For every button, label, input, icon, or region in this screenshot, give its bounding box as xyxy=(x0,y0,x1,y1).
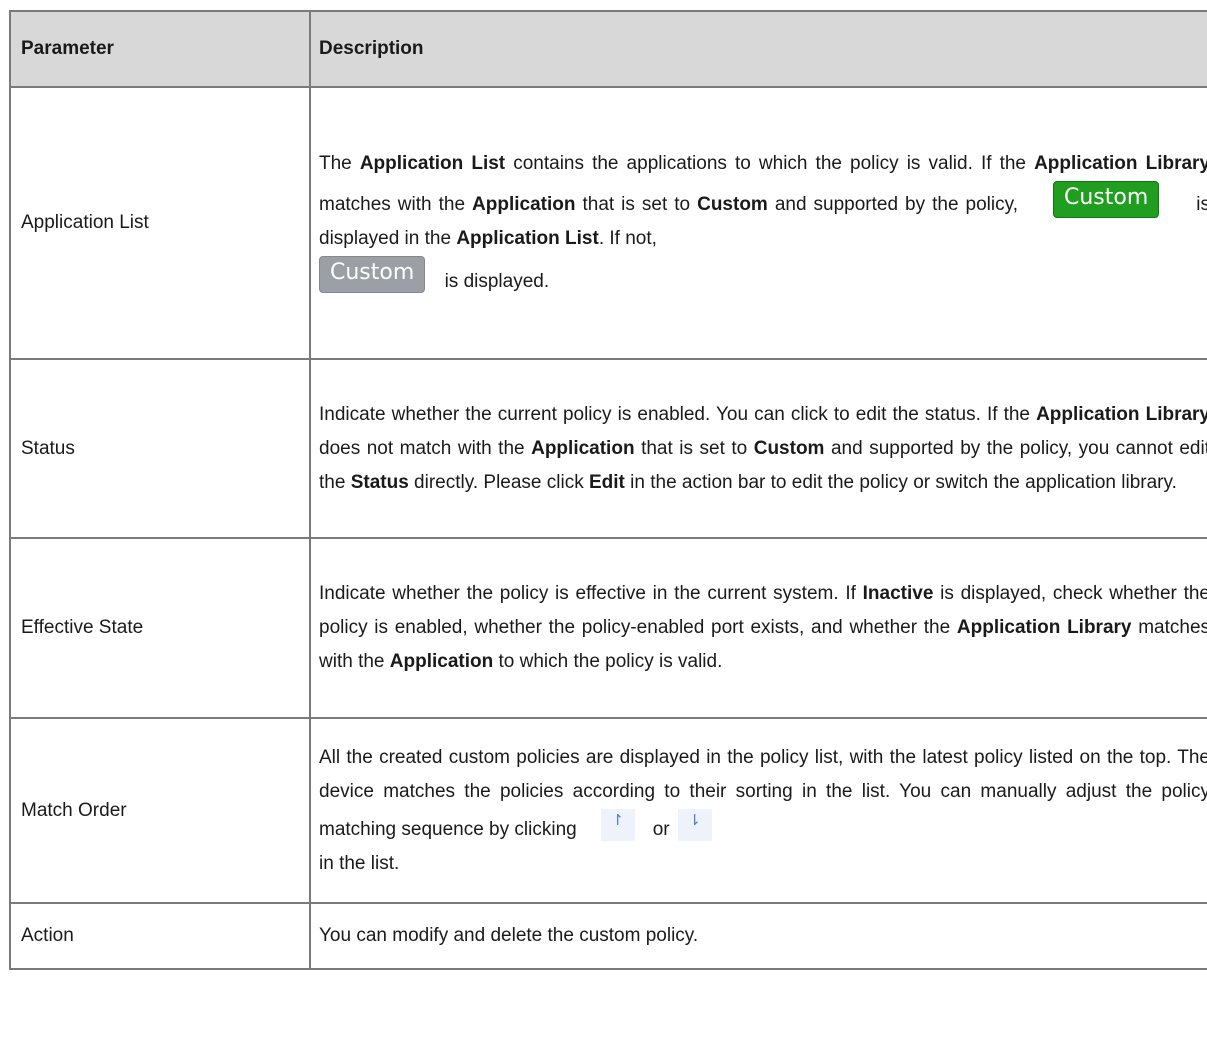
desc-text: in the list. xyxy=(319,852,400,874)
move-up-icon: ↾ xyxy=(600,808,635,841)
table-row: Application List The Application List co… xyxy=(9,86,1207,360)
desc-bold: Application xyxy=(389,651,494,672)
desc-text: that is set to xyxy=(575,194,698,215)
desc-text: does not match with the xyxy=(319,437,532,459)
row-parameter: Match Order xyxy=(9,717,311,904)
desc-bold: Application Library xyxy=(1036,403,1207,425)
parameter-table: Parameter Description Application List T… xyxy=(9,10,1207,970)
desc-text: Indicate whether the policy is effective… xyxy=(319,583,863,604)
desc-bold: Application List xyxy=(456,228,599,249)
row-description: You can modify and delete the custom pol… xyxy=(309,902,1207,970)
row-description: Indicate whether the policy is effective… xyxy=(309,537,1207,719)
desc-bold: Application List xyxy=(359,153,506,174)
desc-text: Indicate whether the current policy is e… xyxy=(319,403,1037,425)
desc-text: that is set to xyxy=(634,437,754,459)
desc-text: The xyxy=(319,153,360,174)
row-parameter: Status xyxy=(9,358,311,539)
desc-bold: Application Library xyxy=(1034,153,1207,174)
desc-bold: Application xyxy=(472,194,576,215)
desc-text: matches with the xyxy=(319,194,473,215)
desc-bold: Custom xyxy=(697,194,768,215)
header-description: Description xyxy=(309,10,1207,88)
desc-bold: Application Library xyxy=(956,617,1132,638)
custom-tag-inactive: Custom xyxy=(319,256,426,293)
desc-text: or xyxy=(652,818,670,840)
desc-bold: Edit xyxy=(588,471,625,493)
row-parameter: Effective State xyxy=(9,537,311,719)
table-header-row: Parameter Description xyxy=(9,10,1207,88)
desc-text: is displayed. xyxy=(439,271,550,292)
row-parameter: Action xyxy=(9,902,311,970)
row-description: All the created custom policies are disp… xyxy=(309,717,1207,904)
desc-text: and supported by the policy, xyxy=(767,194,1025,215)
desc-bold: Inactive xyxy=(862,583,934,604)
table-row: Match Order All the created custom polic… xyxy=(9,717,1207,904)
table-row: Status Indicate whether the current poli… xyxy=(9,358,1207,539)
desc-text: to which the policy is valid. xyxy=(493,651,723,672)
desc-text: All the created custom policies are disp… xyxy=(319,746,1207,840)
desc-text: You can modify and delete the custom pol… xyxy=(319,925,699,946)
desc-bold: Custom xyxy=(753,437,825,459)
table-row: Action You can modify and delete the cus… xyxy=(9,902,1207,970)
custom-tag-active: Custom xyxy=(1052,181,1160,218)
desc-bold: Application xyxy=(531,437,635,459)
row-description: Indicate whether the current policy is e… xyxy=(309,358,1207,539)
header-parameter: Parameter xyxy=(9,10,311,88)
move-down-icon: ⇂ xyxy=(677,808,712,841)
desc-text: . If not, xyxy=(598,228,657,249)
desc-bold: Status xyxy=(350,471,409,493)
desc-text: contains the applications to which the p… xyxy=(505,153,1035,174)
desc-text: in the action bar to edit the policy or … xyxy=(624,471,1177,493)
row-parameter: Application List xyxy=(9,86,311,360)
row-description: The Application List contains the applic… xyxy=(309,86,1207,360)
table-row: Effective State Indicate whether the pol… xyxy=(9,537,1207,719)
desc-text: directly. Please click xyxy=(408,471,589,493)
